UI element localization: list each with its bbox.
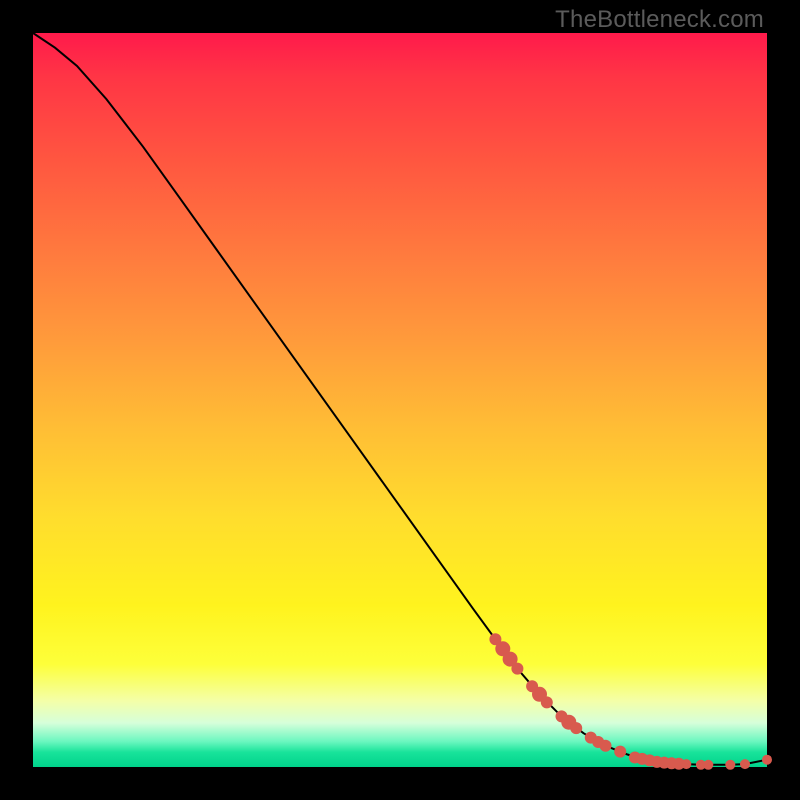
data-marker	[541, 696, 553, 708]
data-marker	[511, 663, 523, 675]
curve-line	[33, 33, 767, 765]
data-marker	[681, 759, 691, 769]
data-marker	[703, 760, 713, 770]
data-marker	[614, 746, 626, 758]
plot-area	[33, 33, 767, 767]
chart-frame: TheBottleneck.com	[0, 0, 800, 800]
chart-svg	[33, 33, 767, 767]
data-marker	[600, 740, 612, 752]
data-marker	[570, 722, 582, 734]
data-marker	[740, 759, 750, 769]
watermark-text: TheBottleneck.com	[555, 6, 764, 34]
data-marker	[725, 760, 735, 770]
curve-markers	[489, 633, 772, 770]
data-marker	[762, 755, 772, 765]
